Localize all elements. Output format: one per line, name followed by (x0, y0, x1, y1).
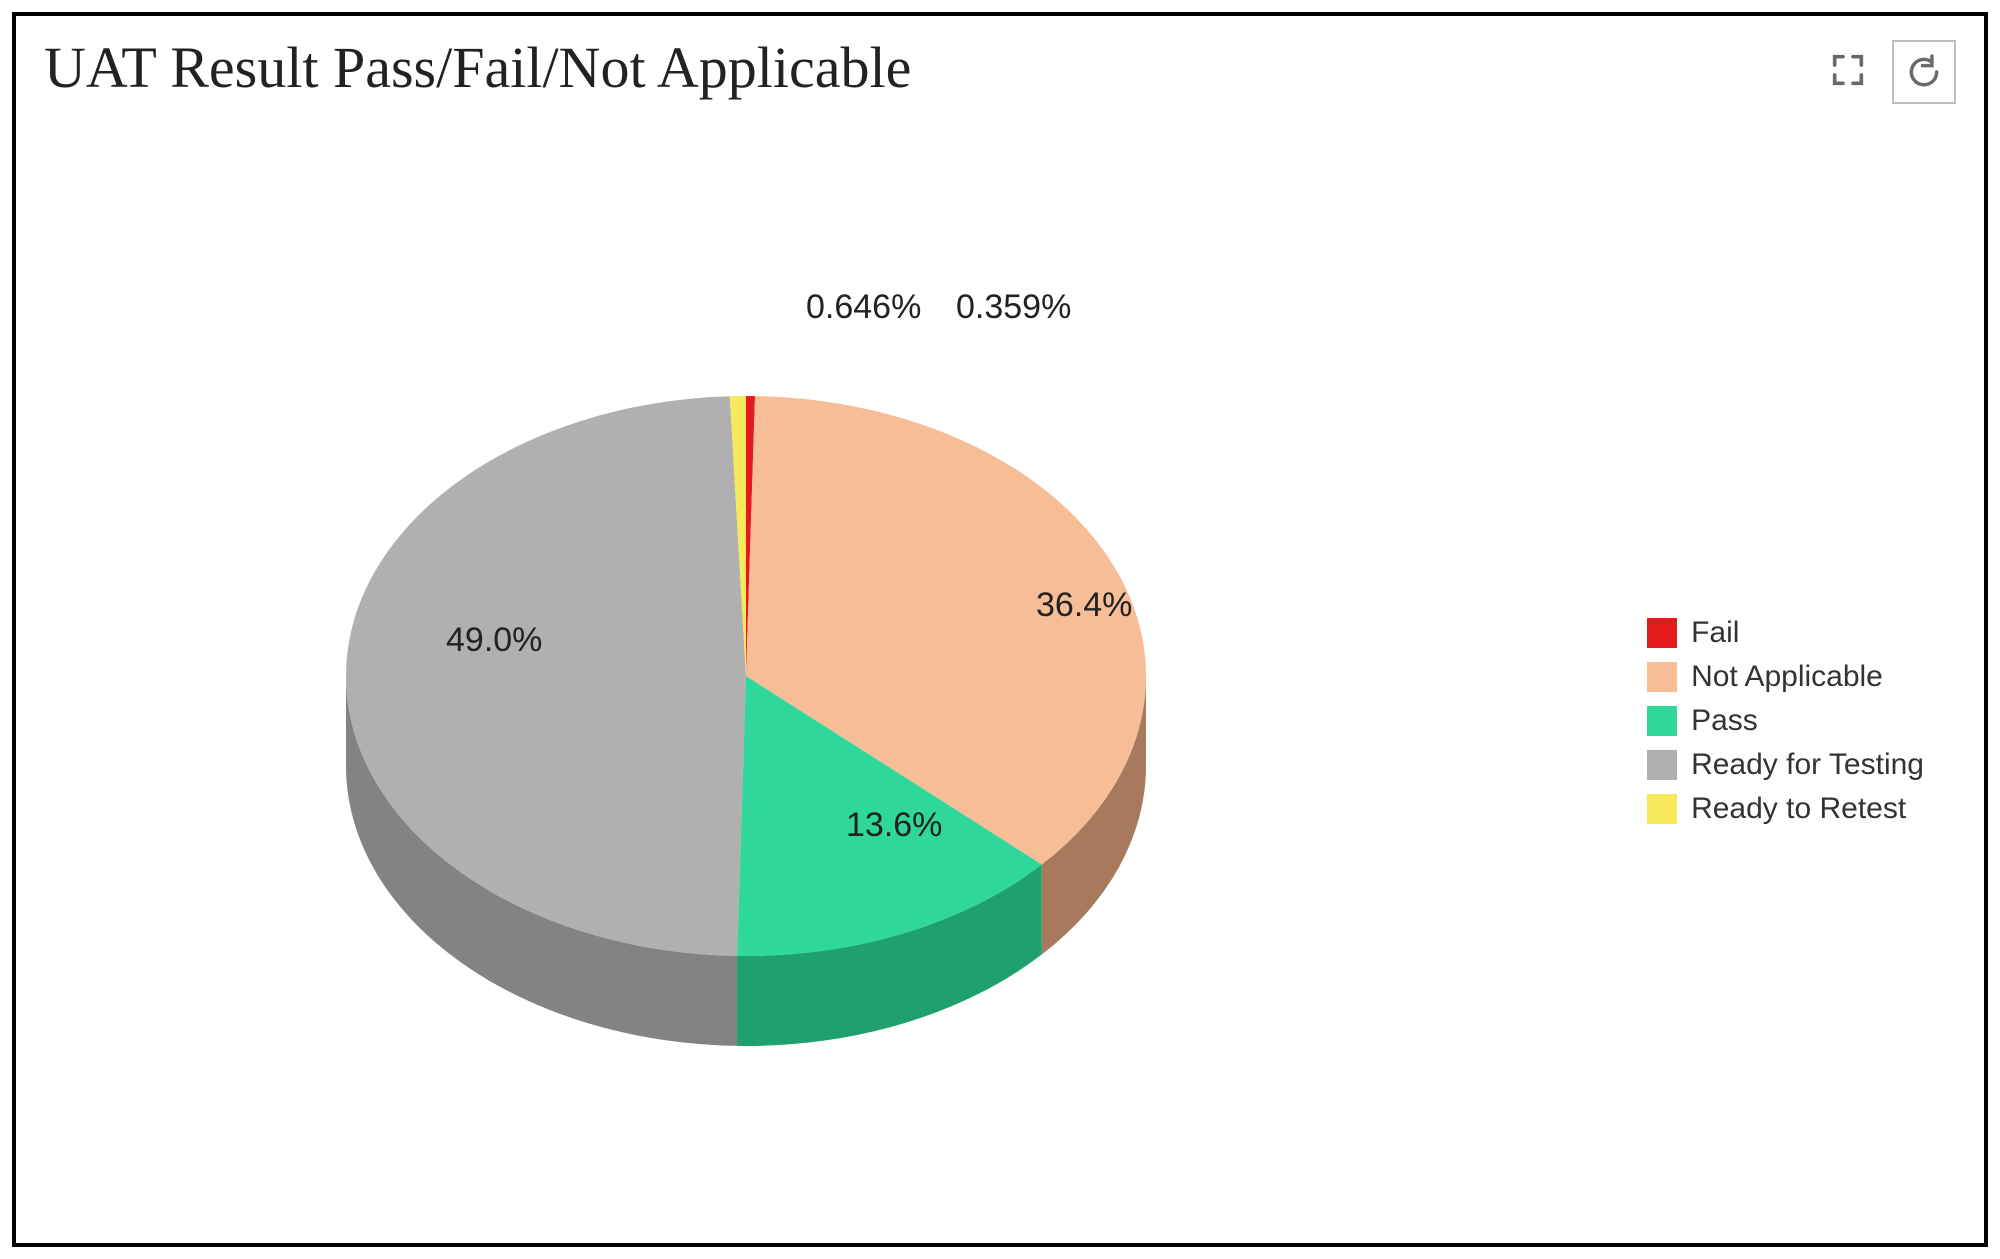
card-actions (1818, 34, 1956, 104)
expand-icon[interactable] (1818, 40, 1878, 100)
chart-title: UAT Result Pass/Fail/Not Applicable (44, 34, 911, 101)
legend-item-not-applicable: Not Applicable (1647, 660, 1924, 694)
legend-label: Not Applicable (1691, 660, 1883, 694)
slice-label-ready-retest: 0.646% (806, 288, 921, 327)
legend-label: Fail (1691, 616, 1739, 650)
slice-label-fail: 0.359% (956, 288, 1071, 327)
legend-item-ready-testing: Ready for Testing (1647, 748, 1924, 782)
legend-item-fail: Fail (1647, 616, 1924, 650)
slice-label-pass: 13.6% (846, 806, 942, 845)
card-header: UAT Result Pass/Fail/Not Applicable (16, 16, 1984, 104)
legend-label: Ready to Retest (1691, 792, 1906, 826)
chart-area: 0.359% 36.4% 13.6% 49.0% 0.646% Fail Not… (16, 136, 1984, 1243)
legend-label: Ready for Testing (1691, 748, 1924, 782)
slice-label-ready-testing: 49.0% (446, 621, 542, 660)
legend-swatch (1647, 662, 1677, 692)
chart-card: UAT Result Pass/Fail/Not Applicable 0.35… (12, 12, 1988, 1247)
legend-swatch (1647, 618, 1677, 648)
legend-label: Pass (1691, 704, 1758, 738)
refresh-icon[interactable] (1892, 40, 1956, 104)
legend-item-ready-retest: Ready to Retest (1647, 792, 1924, 826)
legend-item-pass: Pass (1647, 704, 1924, 738)
legend-swatch (1647, 750, 1677, 780)
slice-label-not-applicable: 36.4% (1036, 586, 1132, 625)
legend-swatch (1647, 794, 1677, 824)
legend: Fail Not Applicable Pass Ready for Testi… (1647, 616, 1924, 836)
legend-swatch (1647, 706, 1677, 736)
pie-chart (296, 306, 1196, 1126)
